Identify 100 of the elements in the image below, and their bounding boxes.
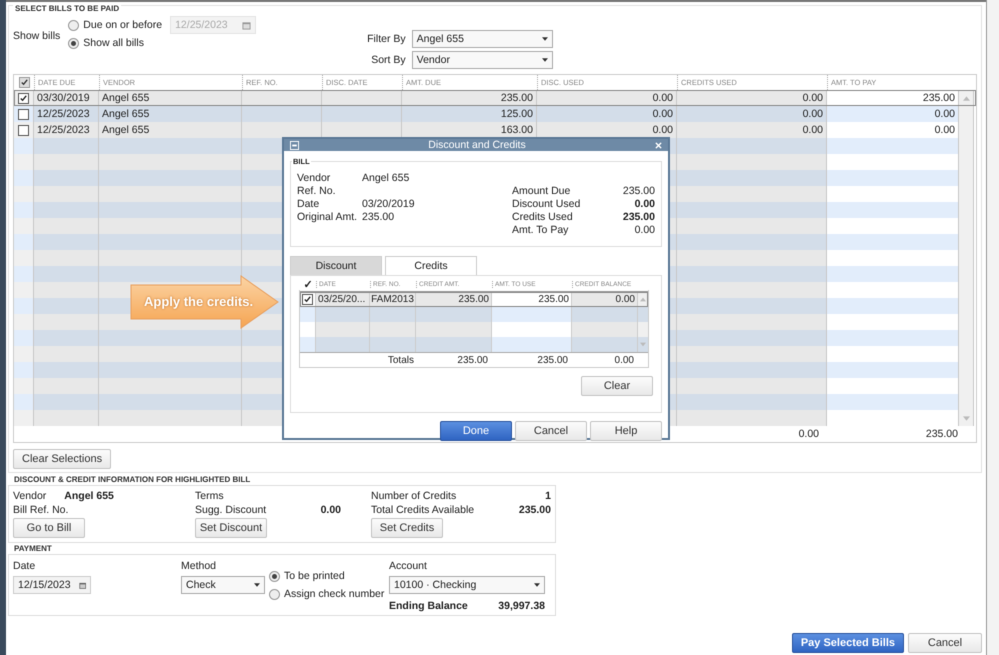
field-value: 0.00 bbox=[634, 198, 655, 210]
field-label: Terms bbox=[195, 490, 224, 502]
field-label: Vendor bbox=[13, 490, 46, 502]
table-cell: Angel 655 bbox=[99, 90, 242, 106]
cancel-button[interactable]: Cancel bbox=[908, 633, 982, 653]
field-label: Date bbox=[297, 198, 320, 210]
checkbox[interactable] bbox=[18, 92, 29, 104]
clear-button[interactable]: Clear bbox=[581, 376, 653, 396]
sort-label: Sort By bbox=[370, 54, 406, 66]
field-value: 235.00 bbox=[622, 185, 655, 197]
field-value: 235.00 bbox=[362, 211, 394, 223]
tab[interactable]: Credits bbox=[385, 256, 477, 275]
close-icon[interactable] bbox=[655, 142, 662, 148]
field-label: Ref. No. bbox=[297, 185, 337, 197]
field-label: Amount Due bbox=[512, 185, 570, 197]
vendor-value: Angel 655 bbox=[64, 490, 114, 502]
table-cell: 12/25/2023 bbox=[34, 122, 99, 138]
bill-row[interactable]: 03/30/2019 Angel 655 235.00 0.00 0.00 235.00 bbox=[14, 90, 976, 106]
radio-option[interactable]: Assign check number bbox=[269, 588, 389, 600]
clear-selections-button[interactable]: Clear Selections bbox=[13, 449, 112, 469]
calendar-icon[interactable] bbox=[78, 580, 86, 590]
scroll-up-icon[interactable] bbox=[962, 96, 970, 100]
section-title: PAYMENT bbox=[12, 544, 54, 553]
radio-option[interactable]: Due on or before bbox=[68, 19, 162, 31]
table-cell: 0.00 bbox=[677, 90, 827, 106]
table-cell: 125.00 bbox=[402, 106, 537, 122]
field-label: Account bbox=[389, 560, 428, 572]
field-label: Bill Ref. No. bbox=[13, 504, 68, 516]
table-cell: FAM2013 bbox=[370, 292, 416, 307]
field-value: 235.00 bbox=[622, 211, 655, 223]
table-cell: 0.00 bbox=[537, 90, 677, 106]
bill-row[interactable]: 12/25/2023 Angel 655 163.00 0.00 0.00 0.00 bbox=[14, 122, 976, 138]
totals-label: Totals bbox=[386, 354, 414, 366]
table-cell: Angel 655 bbox=[99, 122, 242, 138]
caret-icon[interactable] bbox=[542, 37, 548, 41]
field-label: Credits Used bbox=[512, 211, 573, 223]
field-label: Total Credits Available bbox=[371, 504, 474, 516]
field-label: Discount Used bbox=[512, 198, 580, 210]
table-cell: 03/25/20... bbox=[316, 292, 370, 307]
field-label: Vendor bbox=[297, 172, 332, 184]
field-label: Number of Credits bbox=[371, 490, 456, 502]
field-value: 235.00 bbox=[518, 504, 551, 516]
window-menu-icon[interactable] bbox=[290, 140, 299, 150]
field-label: Amt. To Pay bbox=[512, 224, 568, 236]
total-value: 0.00 bbox=[798, 428, 819, 440]
checkbox[interactable] bbox=[18, 108, 29, 120]
credit-row[interactable]: 03/25/20... FAM2013 235.00 235.00 0.00 bbox=[300, 292, 648, 307]
radio-option[interactable]: To be printed bbox=[269, 570, 389, 582]
table-cell: 0.00 bbox=[677, 122, 827, 138]
table-cell: 235.00 bbox=[416, 292, 492, 307]
table-cell: 03/30/2019 bbox=[34, 90, 99, 106]
go-to-bill-button[interactable]: Go to Bill bbox=[13, 518, 85, 538]
field-value: Angel 655 bbox=[362, 172, 410, 184]
field-label: Method bbox=[181, 560, 218, 572]
method-dropdown[interactable]: Check bbox=[181, 576, 265, 594]
account-dropdown[interactable]: 10100 · Checking bbox=[389, 576, 545, 594]
total-value: 235.00 bbox=[536, 354, 569, 366]
field-value: 1 bbox=[545, 490, 551, 502]
field-value: 39,997.38 bbox=[498, 600, 545, 612]
caret-icon[interactable] bbox=[534, 583, 540, 587]
field-label: Sugg. Discount bbox=[195, 504, 266, 516]
date-field[interactable]: 12/15/2023 bbox=[13, 576, 91, 594]
field-value: 03/20/2019 bbox=[362, 198, 415, 210]
table-cell: 235.00 bbox=[402, 90, 537, 106]
filter-dropdown[interactable]: Angel 655 bbox=[412, 30, 553, 48]
table-cell: 163.00 bbox=[402, 122, 537, 138]
scroll-down-icon[interactable] bbox=[962, 416, 970, 420]
done-button[interactable]: Done bbox=[440, 421, 512, 441]
field-label: Date bbox=[13, 560, 36, 572]
field-label: Original Amt. bbox=[297, 211, 358, 223]
callout-arrow: Apply the credits. bbox=[130, 275, 280, 329]
cancel-button[interactable]: Cancel bbox=[515, 421, 587, 441]
checkbox[interactable] bbox=[302, 294, 313, 305]
table-cell: 0.00 bbox=[827, 106, 959, 122]
set-credits-button[interactable]: Set Credits bbox=[371, 518, 443, 538]
field-value: 0.00 bbox=[320, 504, 341, 516]
select-all-checkbox[interactable] bbox=[18, 77, 30, 88]
set-discount-button[interactable]: Set Discount bbox=[195, 518, 267, 538]
show-bills-label: Show bills bbox=[13, 30, 60, 42]
radio-option[interactable]: Show all bills bbox=[68, 37, 256, 49]
dialog-title: Discount and Credits bbox=[427, 139, 527, 151]
table-cell: 0.00 bbox=[572, 292, 638, 307]
section-title: SELECT BILLS TO BE PAID bbox=[13, 4, 122, 13]
table-cell: 12/25/2023 bbox=[34, 106, 99, 122]
total-value: 0.00 bbox=[614, 354, 635, 366]
table-cell: 0.00 bbox=[537, 106, 677, 122]
total-value: 235.00 bbox=[456, 354, 489, 366]
field-value: 0.00 bbox=[634, 224, 655, 236]
check-column-header: ✓ bbox=[302, 278, 314, 290]
tab[interactable]: Discount bbox=[290, 256, 382, 275]
field-label: Ending Balance bbox=[389, 600, 468, 612]
help-button[interactable]: Help bbox=[590, 421, 662, 441]
sort-dropdown[interactable]: Vendor bbox=[412, 51, 553, 69]
bill-row[interactable]: 12/25/2023 Angel 655 125.00 0.00 0.00 0.00 bbox=[14, 106, 976, 122]
pay-button[interactable]: Pay Selected Bills bbox=[792, 633, 904, 653]
caret-icon[interactable] bbox=[542, 58, 548, 62]
table-cell: Angel 655 bbox=[99, 106, 242, 122]
checkbox[interactable] bbox=[18, 124, 29, 136]
caret-icon[interactable] bbox=[254, 583, 260, 587]
total-value: 235.00 bbox=[926, 428, 958, 440]
